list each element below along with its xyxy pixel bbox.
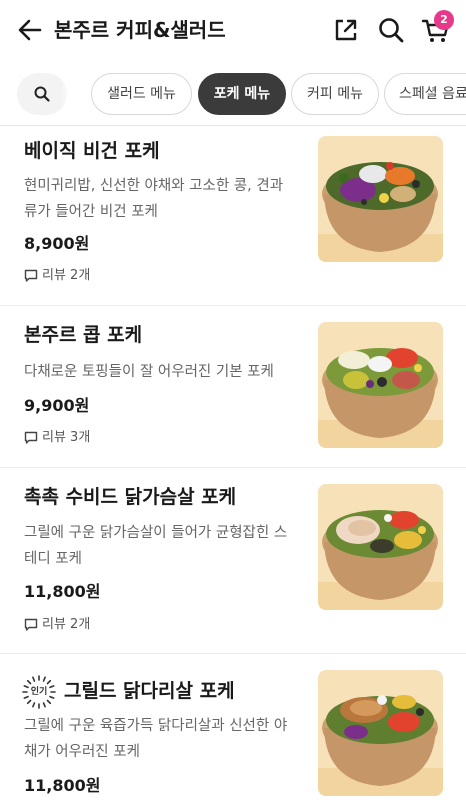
- menu-item[interactable]: 베이직 비건 포케 현미귀리밥, 신선한 야채와 고소한 콩, 견과류가 들어간…: [0, 126, 466, 306]
- comment-icon: [24, 618, 38, 631]
- item-review: 리뷰 3개: [24, 429, 90, 447]
- search-button[interactable]: [375, 14, 407, 46]
- scroll-fade: [62, 73, 84, 115]
- arrow-left-icon: [18, 19, 42, 41]
- item-description: 그릴에 구운 닭가슴살이 들어가 균형잡힌 스테디 포케: [24, 525, 288, 567]
- share-icon: [335, 19, 357, 41]
- cobb-poke-image: [318, 322, 443, 448]
- item-review: 리뷰 2개: [24, 267, 90, 285]
- vegan-poke-image: [318, 136, 443, 262]
- comment-icon: [24, 431, 38, 444]
- popular-badge-label: 인기: [30, 687, 48, 697]
- item-price: 9,900원: [24, 396, 90, 415]
- cart-count-badge: 2: [434, 10, 454, 30]
- popular-badge: 인기: [22, 675, 56, 709]
- item-price: 11,800원: [24, 776, 101, 795]
- item-description: 그릴에 구운 육즙가득 닭다리살과 신선한 야채가 어우러진 포케: [24, 718, 288, 760]
- review-count: 리뷰 2개: [42, 617, 91, 632]
- back-button[interactable]: [14, 14, 46, 46]
- menu-item[interactable]: 본주르 콥 포케 다채로운 토핑들이 잘 어우러진 기본 포케 9,900원 리…: [0, 306, 466, 468]
- tab-salad-menu[interactable]: 샐러드 메뉴: [91, 73, 192, 115]
- item-name: 베이직 비건 포케: [24, 140, 160, 162]
- share-button[interactable]: [330, 14, 362, 46]
- item-description: 현미귀리밥, 신선한 야채와 고소한 콩, 견과류가 들어간 비건 포케: [24, 178, 284, 220]
- page-title: 본주르 커피&샐러드: [54, 18, 226, 42]
- tab-coffee-menu[interactable]: 커피 메뉴: [291, 73, 379, 115]
- item-review: 리뷰 2개: [24, 616, 90, 634]
- comment-icon: [24, 269, 38, 282]
- menu-search-button[interactable]: [17, 73, 67, 115]
- item-name: 그릴드 닭다리살 포케: [64, 680, 235, 702]
- review-count: 리뷰 3개: [42, 430, 91, 445]
- item-price: 8,900원: [24, 234, 90, 253]
- grilled-thigh-poke-image: [318, 670, 443, 796]
- item-description: 다채로운 토핑들이 잘 어우러진 기본 포케: [24, 364, 274, 380]
- app-header: 본주르 커피&샐러드 2: [0, 0, 466, 62]
- chicken-breast-poke-image: [318, 484, 443, 610]
- review-count: 리뷰 2개: [42, 268, 91, 283]
- category-tabs: 샐러드 메뉴 포케 메뉴 커피 메뉴 스페셜 음료: [0, 62, 466, 126]
- tab-poke-menu[interactable]: 포케 메뉴: [198, 73, 286, 115]
- item-name: 본주르 콥 포케: [24, 324, 143, 346]
- menu-item[interactable]: 촉촉 수비드 닭가슴살 포케 그릴에 구운 닭가슴살이 들어가 균형잡힌 스테디…: [0, 468, 466, 654]
- search-icon: [379, 18, 404, 43]
- tab-special-drinks[interactable]: 스페셜 음료: [384, 73, 466, 115]
- menu-item[interactable]: 인기 그릴드 닭다리살 포케 그릴에 구운 육즙가득 닭다리살과 신선한 야채가…: [0, 654, 466, 803]
- search-icon: [34, 86, 50, 102]
- item-price: 11,800원: [24, 582, 101, 601]
- item-name: 촉촉 수비드 닭가슴살 포케: [24, 486, 237, 508]
